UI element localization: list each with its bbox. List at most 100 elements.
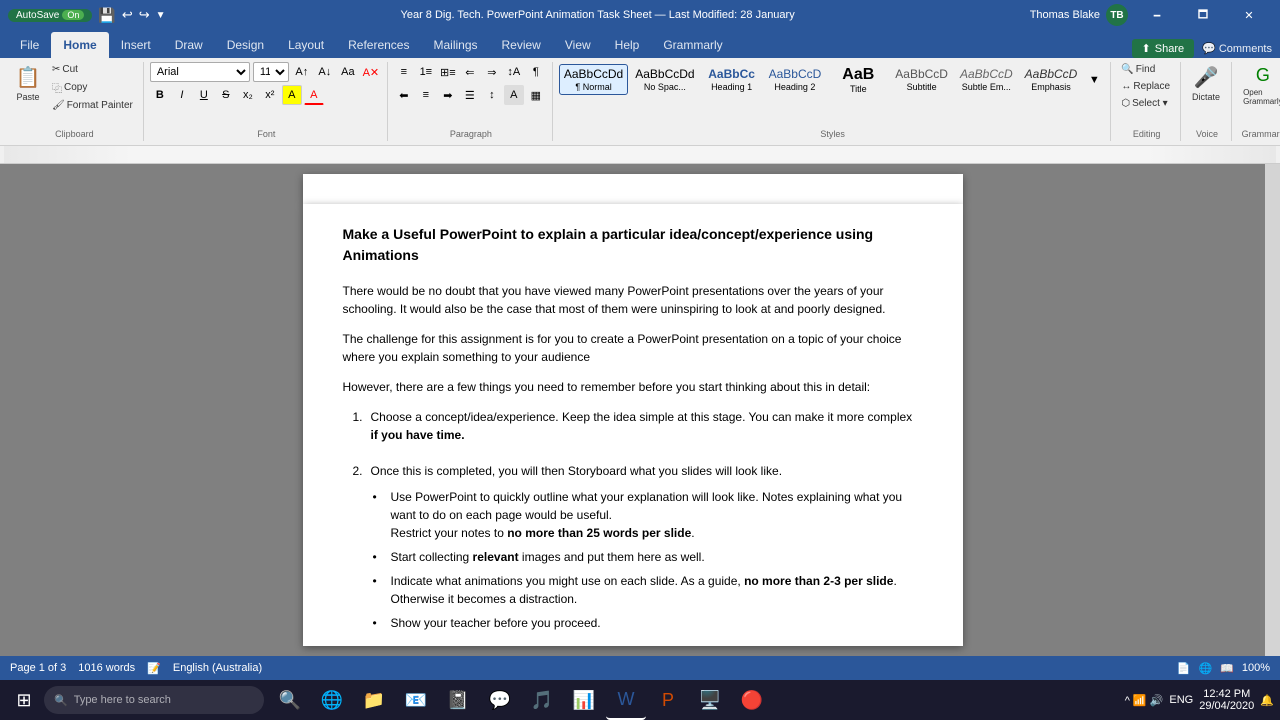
align-left-button[interactable]: ⬅ [394,85,414,105]
comments-button[interactable]: 💬 Comments [1202,42,1272,55]
tab-draw[interactable]: Draw [163,32,215,58]
taskbar-app-mail[interactable]: 📧 [396,680,436,720]
taskbar-app-screen[interactable]: 🖥️ [690,680,730,720]
style-heading1[interactable]: AaBbCc Heading 1 [702,64,762,94]
open-grammarly-button[interactable]: G Open Grammarly [1238,62,1280,109]
subscript-button[interactable]: x₂ [238,85,258,105]
style-emphasis[interactable]: AaBbCcD Emphasis [1020,64,1083,94]
strikethrough-button[interactable]: S [216,85,236,105]
tab-view[interactable]: View [553,32,603,58]
tab-grammarly[interactable]: Grammarly [651,32,734,58]
language[interactable]: English (Australia) [173,662,262,674]
multilevel-button[interactable]: ⊞≡ [438,62,458,82]
undo-icon[interactable]: ↩ [122,7,133,23]
dictate-label: Dictate [1192,92,1220,102]
document-page[interactable]: Make a Useful PowerPoint to explain a pa… [303,204,963,646]
taskbar-app-teams[interactable]: 💬 [480,680,520,720]
taskbar-app-onenote[interactable]: 📓 [438,680,478,720]
align-center-button[interactable]: ≡ [416,85,436,105]
sort-button[interactable]: ↕A [504,62,524,82]
share-button[interactable]: ⬆ Share [1132,39,1195,58]
dictate-button[interactable]: 🎤 Dictate [1187,62,1225,105]
user-avatar[interactable]: TB [1106,4,1128,26]
taskbar-app-word[interactable]: W [606,680,646,720]
close-button[interactable]: ✕ [1226,0,1272,30]
style-subtle-em[interactable]: AaBbCcD Subtle Em... [955,64,1018,94]
shading-button[interactable]: A [504,85,524,105]
taskbar-app-red[interactable]: 🔴 [732,680,772,720]
save-icon[interactable]: 💾 [98,7,115,24]
numbering-button[interactable]: 1≡ [416,62,436,82]
taskbar-app-edge[interactable]: 🌐 [312,680,352,720]
notification-button[interactable]: 🔔 [1260,694,1274,707]
increase-indent-button[interactable]: ⇒ [482,62,502,82]
user-name: Thomas Blake [1030,9,1100,21]
cut-button[interactable]: ✂ Cut [48,62,137,77]
italic-button[interactable]: I [172,85,192,105]
tab-file[interactable]: File [8,32,51,58]
superscript-button[interactable]: x² [260,85,280,105]
copy-icon: ⿻ [52,80,62,95]
view-read-icon[interactable]: 📖 [1220,662,1234,675]
style-heading2[interactable]: AaBbCcD Heading 2 [764,64,827,94]
styles-more-button[interactable]: ▼ [1084,70,1104,90]
style-title[interactable]: AaB Title [828,62,888,97]
font-size-select[interactable]: 11 10 12 [253,62,289,82]
tab-home[interactable]: Home [51,32,108,58]
justify-button[interactable]: ☰ [460,85,480,105]
font-color-button[interactable]: A [304,85,324,105]
taskbar-clock[interactable]: 12:42 PM 29/04/2020 [1199,688,1254,712]
taskbar-search[interactable]: 🔍 Type here to search [44,686,264,714]
tab-design[interactable]: Design [215,32,276,58]
find-label: Find [1136,64,1155,75]
show-hide-button[interactable]: ¶ [526,62,546,82]
bullets-button[interactable]: ≡ [394,62,414,82]
increase-font-button[interactable]: A↑ [292,62,312,82]
scrollbar-vertical[interactable] [1265,164,1280,656]
tab-help[interactable]: Help [603,32,652,58]
underline-button[interactable]: U [194,85,214,105]
style-subtitle[interactable]: AaBbCcD Subtitle [890,64,953,94]
taskbar-app-excel[interactable]: 📊 [564,680,604,720]
clear-format-button[interactable]: A✕ [361,62,381,82]
highlight-button[interactable]: A [282,85,302,105]
view-web-icon[interactable]: 🌐 [1198,662,1212,675]
tab-references[interactable]: References [336,32,421,58]
tab-mailings[interactable]: Mailings [421,32,489,58]
system-tray-icons: ^ 📶 🔊 [1125,694,1164,707]
decrease-indent-button[interactable]: ⇐ [460,62,480,82]
borders-button[interactable]: ▦ [526,85,546,105]
redo-icon[interactable]: ↪ [139,7,150,23]
format-painter-button[interactable]: 🖌 Format Painter [48,98,137,113]
bullet-item-3: • Indicate what animations you might use… [343,572,923,608]
view-print-icon[interactable]: 📄 [1177,662,1191,675]
quick-access-more[interactable]: ▼ [156,10,166,21]
taskbar-app-cortana[interactable]: 🔍 [270,680,310,720]
decrease-font-button[interactable]: A↓ [315,62,335,82]
taskbar-app-music[interactable]: 🎵 [522,680,562,720]
bold-button[interactable]: B [150,85,170,105]
taskbar-app-explorer[interactable]: 📁 [354,680,394,720]
font-name-select[interactable]: Arial [150,62,250,82]
replace-label: Replace [1133,81,1170,92]
copy-button[interactable]: ⿻ Copy [48,78,137,97]
autosave-badge[interactable]: AutoSave On [8,9,92,22]
tab-insert[interactable]: Insert [109,32,163,58]
select-button[interactable]: ⬡ Select ▾ [1117,96,1171,111]
style-normal[interactable]: AaBbCcDd ¶ Normal [559,64,628,94]
start-button[interactable]: ⊞ [6,682,42,718]
align-right-button[interactable]: ➡ [438,85,458,105]
find-button[interactable]: 🔍 Find [1117,62,1159,77]
minimize-button[interactable]: 🗕 [1134,0,1180,30]
paste-button[interactable]: 📋 Paste [10,62,46,105]
taskbar-app-powerpoint[interactable]: P [648,680,688,720]
style-no-spacing[interactable]: AaBbCcDd No Spac... [630,64,699,94]
language-indicator[interactable]: ENG [1169,694,1193,706]
change-case-button[interactable]: Aa [338,62,358,82]
line-spacing-button[interactable]: ↕ [482,85,502,105]
tab-review[interactable]: Review [490,32,553,58]
bullet-1-bold: no more than 25 words per slide [507,526,691,540]
tab-layout[interactable]: Layout [276,32,336,58]
replace-button[interactable]: ↔ Replace [1117,79,1174,94]
maximize-button[interactable]: 🗖 [1180,0,1226,30]
